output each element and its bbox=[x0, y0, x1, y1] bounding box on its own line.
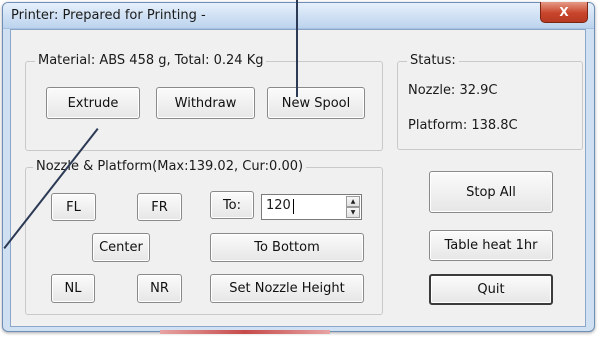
set-nozzle-height-button[interactable]: Set Nozzle Height bbox=[210, 274, 364, 303]
height-input[interactable]: 120 bbox=[266, 198, 291, 213]
spin-buttons: ▲ ▼ bbox=[346, 196, 360, 218]
to-bottom-button[interactable]: To Bottom bbox=[210, 233, 364, 262]
nr-button[interactable]: NR bbox=[137, 274, 182, 303]
title-bar[interactable]: Printer: Prepared for Printing - X bbox=[3, 2, 594, 29]
material-group-label: Material: ABS 458 g, Total: 0.24 Kg bbox=[35, 53, 267, 68]
quit-button[interactable]: Quit bbox=[429, 274, 553, 305]
nozzle-temperature: Nozzle: 32.9C bbox=[408, 83, 498, 98]
extrude-button[interactable]: Extrude bbox=[46, 87, 140, 119]
to-button[interactable]: To: bbox=[210, 191, 254, 219]
status-group-label: Status: bbox=[407, 53, 459, 68]
taskbar-strip bbox=[160, 330, 330, 334]
nozzle-platform-group-label: Nozzle & Platform(Max:139.02, Cur:0.00) bbox=[33, 159, 307, 174]
close-button[interactable]: X bbox=[540, 2, 588, 23]
new-spool-button[interactable]: New Spool bbox=[267, 87, 365, 119]
withdraw-button[interactable]: Withdraw bbox=[156, 87, 255, 119]
table-heat-button[interactable]: Table heat 1hr bbox=[429, 230, 553, 261]
close-icon: X bbox=[559, 5, 569, 19]
center-button[interactable]: Center bbox=[92, 233, 150, 262]
nl-button[interactable]: NL bbox=[51, 274, 95, 303]
status-group bbox=[397, 61, 583, 150]
fl-button[interactable]: FL bbox=[51, 193, 96, 221]
printer-dialog-window: Printer: Prepared for Printing - X Mater… bbox=[2, 2, 595, 332]
spin-down-button[interactable]: ▼ bbox=[346, 207, 360, 218]
chevron-down-icon: ▼ bbox=[350, 208, 356, 216]
platform-temperature: Platform: 138.8C bbox=[408, 118, 518, 133]
chevron-up-icon: ▲ bbox=[350, 197, 356, 205]
height-spinbox[interactable]: 120 ▲ ▼ bbox=[261, 194, 362, 220]
pointer-line-new-spool bbox=[296, 0, 298, 97]
stop-all-button[interactable]: Stop All bbox=[429, 171, 553, 213]
text-cursor bbox=[293, 199, 294, 214]
window-title: Printer: Prepared for Printing - bbox=[11, 8, 206, 23]
spin-up-button[interactable]: ▲ bbox=[346, 196, 360, 207]
dialog-client-area: Material: ABS 458 g, Total: 0.24 Kg Extr… bbox=[10, 29, 586, 327]
fr-button[interactable]: FR bbox=[137, 193, 182, 221]
